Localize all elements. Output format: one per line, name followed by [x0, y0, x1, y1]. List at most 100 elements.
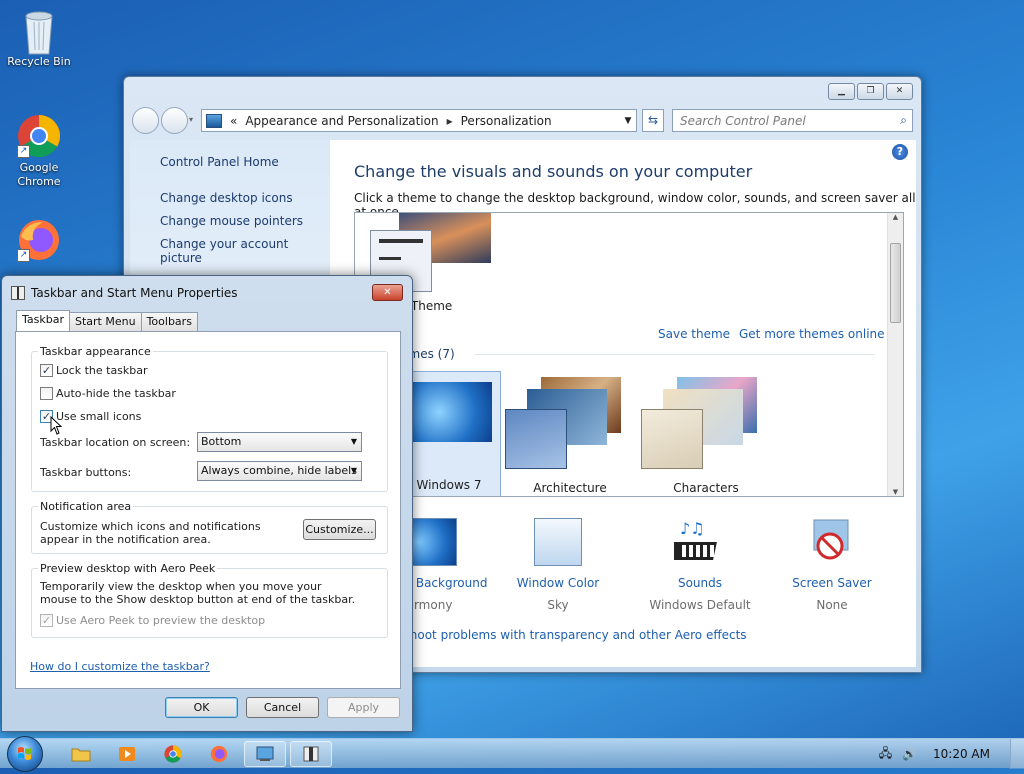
aero-peek-group: Preview desktop with Aero Peek Temporari… — [31, 562, 388, 638]
customize-help-link[interactable]: How do I customize the taskbar? — [30, 660, 210, 673]
auto-hide-label[interactable]: Auto-hide the taskbar — [56, 387, 176, 400]
small-icons-label[interactable]: Use small icons — [56, 410, 141, 423]
theme-gallery-scrollbar[interactable]: ▲ ▼ — [887, 213, 903, 496]
sidebar-link-desktop-icons[interactable]: Change desktop icons — [160, 191, 293, 205]
dialog-tabs: Taskbar Start Menu Toolbars — [16, 310, 198, 331]
taskbar-control-panel-button[interactable] — [244, 741, 286, 767]
theme-label: Architecture — [533, 481, 607, 495]
ok-button[interactable]: OK — [165, 697, 238, 718]
customize-button[interactable]: Customize... — [303, 519, 376, 540]
breadcrumb-appearance[interactable]: Appearance and Personalization — [245, 114, 438, 128]
chrome-icon — [164, 745, 182, 763]
taskbar-buttons-select[interactable]: Always combine, hide labels ▼ — [197, 461, 362, 481]
taskbar-properties-button[interactable] — [290, 741, 332, 767]
taskbar-media-player-button[interactable] — [106, 741, 148, 767]
address-dropdown-icon[interactable]: ▼ — [620, 116, 636, 126]
tab-toolbars[interactable]: Toolbars — [140, 312, 198, 331]
scrollbar-thumb[interactable] — [890, 243, 901, 323]
aero-peek-title: Preview desktop with Aero Peek — [38, 562, 218, 575]
tab-taskbar[interactable]: Taskbar — [16, 310, 70, 331]
chevron-down-icon: ▼ — [350, 466, 357, 475]
troubleshoot-aero-link[interactable]: Troubleshoot problems with transparency … — [360, 628, 747, 642]
firefox-icon — [210, 745, 228, 763]
notification-area-text: Customize which icons and notifications … — [40, 520, 261, 546]
breadcrumb-separator-icon[interactable]: ▸ — [447, 114, 453, 128]
control-panel-icon — [256, 746, 274, 761]
sidebar-link-account-picture[interactable]: Change your account picture — [160, 237, 330, 265]
maximize-button[interactable]: ❐ — [857, 83, 884, 100]
taskbar-properties-dialog: Taskbar and Start Menu Properties ✕ Task… — [1, 275, 413, 732]
sounds-title[interactable]: Sounds — [625, 576, 775, 590]
desktop-icon-chrome[interactable]: ↗ Google Chrome — [1, 114, 77, 189]
search-icon[interactable]: ⌕ — [900, 113, 907, 128]
get-more-themes-link[interactable]: Get more themes online — [739, 327, 885, 341]
dialog-close-button[interactable]: ✕ — [372, 284, 403, 301]
firefox-icon: ↗ — [17, 218, 61, 262]
section-divider — [475, 354, 875, 355]
forward-button[interactable] — [161, 107, 188, 134]
show-desktop-button[interactable] — [1010, 739, 1024, 769]
close-button[interactable]: ✕ — [886, 83, 913, 100]
taskbar-explorer-button[interactable] — [60, 741, 102, 767]
folder-icon — [71, 748, 91, 762]
taskbar-properties-icon — [303, 746, 319, 762]
chrome-icon: ↗ — [17, 114, 61, 158]
theme-characters[interactable]: Characters — [641, 373, 771, 496]
taskbar-firefox-button[interactable] — [198, 741, 240, 767]
location-label: Taskbar location on screen: — [40, 436, 191, 449]
search-input[interactable]: Search Control Panel ⌕ — [672, 109, 913, 132]
sounds-subtitle: Windows Default — [649, 598, 751, 612]
taskbar-tab-panel: Taskbar appearance ✓ Lock the taskbar Au… — [15, 331, 401, 689]
refresh-button[interactable]: ⇆ — [642, 109, 664, 132]
desktop-icon-label: Recycle Bin — [7, 55, 71, 68]
main-content: ? Change the visuals and sounds on your … — [330, 140, 916, 667]
address-root[interactable]: « — [230, 114, 237, 128]
shortcut-arrow-icon: ↗ — [17, 145, 30, 158]
search-placeholder: Search Control Panel — [680, 113, 806, 128]
lock-taskbar-checkbox[interactable]: ✓ — [40, 364, 53, 377]
back-button[interactable] — [132, 107, 159, 134]
taskbar-appearance-title: Taskbar appearance — [38, 345, 153, 358]
dialog-title: Taskbar and Start Menu Properties — [31, 286, 238, 300]
network-icon[interactable]: 🖧 — [879, 744, 892, 765]
taskbar-buttons-value: Always combine, hide labels — [201, 464, 357, 477]
cancel-button[interactable]: Cancel — [246, 697, 319, 718]
sidebar-link-control-panel-home[interactable]: Control Panel Home — [160, 155, 279, 169]
recent-pages-dropdown[interactable]: ▾ — [189, 115, 193, 124]
control-panel-icon — [206, 113, 222, 128]
svg-text:♪♫: ♪♫ — [680, 519, 705, 538]
start-button[interactable] — [7, 736, 43, 772]
address-bar[interactable]: « Appearance and Personalization ▸ Perso… — [201, 109, 637, 132]
aero-peek-text: Temporarily view the desktop when you mo… — [40, 580, 356, 606]
desktop-icon-firefox[interactable]: ↗ — [1, 218, 77, 265]
screen-saver-title[interactable]: Screen Saver — [767, 576, 897, 590]
lock-taskbar-label[interactable]: Lock the taskbar — [56, 364, 148, 377]
taskbar-location-value: Bottom — [201, 435, 242, 448]
save-theme-link[interactable]: Save theme — [658, 327, 730, 341]
breadcrumb-personalization[interactable]: Personalization — [461, 114, 552, 128]
desktop-icon-recycle-bin[interactable]: Recycle Bin — [1, 8, 77, 69]
window-color-item[interactable]: Window Color Sky — [493, 518, 623, 612]
minimize-button[interactable]: ▁ — [828, 83, 855, 100]
tab-start-menu[interactable]: Start Menu — [69, 312, 142, 331]
clock[interactable]: 10:20 AM — [933, 747, 990, 761]
window-color-icon — [534, 518, 582, 566]
taskbar-location-select[interactable]: Bottom ▼ — [197, 432, 362, 452]
volume-icon[interactable]: 🔊 — [902, 747, 917, 761]
aero-peek-row: ✓ Use Aero Peek to preview the desktop — [40, 614, 265, 627]
theme-gallery: Unsaved Theme Save theme Get more themes… — [354, 212, 904, 497]
taskbar-properties-icon — [11, 286, 25, 300]
lock-taskbar-row[interactable]: ✓ Lock the taskbar — [40, 364, 148, 377]
taskbar-chrome-button[interactable] — [152, 741, 194, 767]
auto-hide-row[interactable]: Auto-hide the taskbar — [40, 387, 176, 400]
auto-hide-checkbox[interactable] — [40, 387, 53, 400]
window-color-title[interactable]: Window Color — [493, 576, 623, 590]
sounds-item[interactable]: ♪♫ Sounds Windows Default — [625, 518, 775, 612]
window-controls: ▁ ❐ ✕ — [828, 83, 913, 100]
screen-saver-item[interactable]: Screen Saver None — [767, 518, 897, 612]
taskbar-appearance-group: Taskbar appearance ✓ Lock the taskbar Au… — [31, 345, 388, 492]
help-icon[interactable]: ? — [892, 144, 908, 160]
apply-button[interactable]: Apply — [327, 697, 400, 718]
sidebar-link-mouse-pointers[interactable]: Change mouse pointers — [160, 214, 303, 228]
theme-architecture[interactable]: Architecture — [505, 373, 635, 496]
